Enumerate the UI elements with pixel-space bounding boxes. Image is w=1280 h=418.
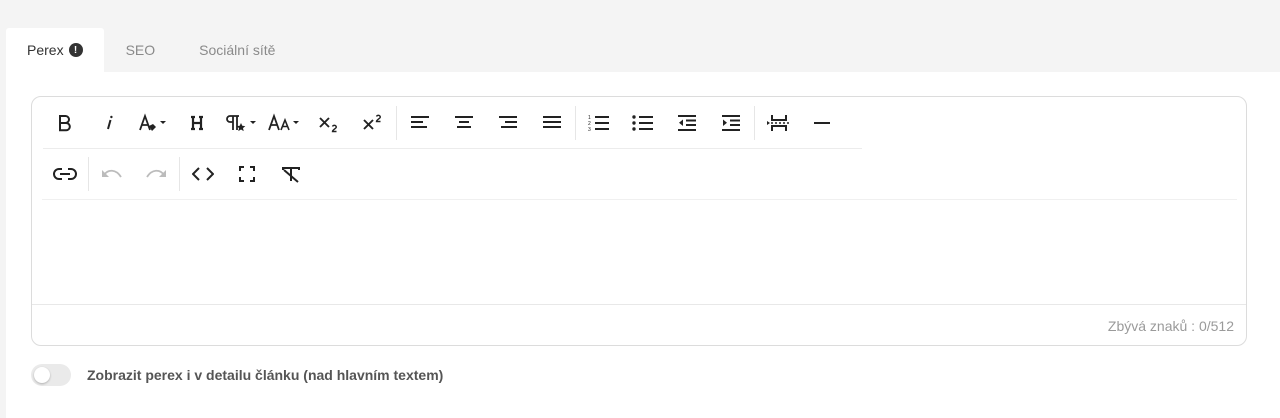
font-size-button[interactable] [263,104,307,142]
horizontal-line-icon [813,121,831,125]
align-left-icon [410,115,430,131]
tab-seo[interactable]: SEO [104,28,178,72]
ordered-list-button[interactable]: 123 [577,104,621,142]
code-view-button[interactable] [181,155,225,193]
tab-perex[interactable]: Perex ! [6,28,104,72]
fullscreen-icon [239,166,255,182]
character-counter: Zbývá znaků : 0/512 [1107,318,1234,334]
subscript-icon [318,113,340,133]
superscript-button[interactable] [351,104,395,142]
rich-text-editor: 123 Zbývá znaků: 0/512 [31,96,1247,346]
link-icon [53,167,77,181]
indent-icon [721,114,741,132]
show-perex-setting: Zobrazit perex i v detailu článku (nad h… [31,364,443,386]
tab-perex-label: Perex [27,42,64,58]
subscript-button[interactable] [307,104,351,142]
svg-text:3: 3 [588,127,591,132]
warning-icon: ! [68,43,83,57]
show-perex-label[interactable]: Zobrazit perex i v detailu článku (nad h… [87,367,443,383]
toolbar-separator [88,157,89,191]
toolbar-separator [575,106,576,140]
redo-icon [145,167,167,181]
align-justify-button[interactable] [530,104,574,142]
toolbar-separator [396,106,397,140]
toolbar-separator [754,106,755,140]
italic-button[interactable] [87,104,131,142]
paragraph-format-icon [224,113,258,133]
align-left-button[interactable] [398,104,442,142]
toolbar-row-2 [43,149,313,199]
redo-button[interactable] [134,155,178,193]
toolbar-separator [179,157,180,191]
bold-button[interactable] [43,104,87,142]
ordered-list-icon: 123 [588,114,610,132]
heading-icon [189,115,205,131]
unordered-list-button[interactable] [621,104,665,142]
bold-icon [57,114,73,132]
outdent-icon [677,114,697,132]
tab-social-label: Sociální sítě [199,42,276,58]
align-center-icon [454,115,474,131]
align-center-button[interactable] [442,104,486,142]
undo-button[interactable] [90,155,134,193]
content-area-top [42,199,1237,200]
heading-button[interactable] [175,104,219,142]
outdent-button[interactable] [665,104,709,142]
superscript-icon [362,113,384,133]
clear-formatting-icon [281,165,301,183]
text-color-icon [138,113,168,133]
tab-social[interactable]: Sociální sítě [177,28,297,72]
font-size-icon [268,113,302,133]
show-perex-toggle[interactable] [31,364,71,386]
tab-bar: Perex ! SEO Sociální sítě [6,28,297,72]
counter-divider [32,304,1246,305]
align-right-button[interactable] [486,104,530,142]
horizontal-line-button[interactable] [800,104,844,142]
tab-panel: 123 Zbývá znaků: 0/512 Zobrazit perex i… [6,72,1280,418]
toolbar-row-1: 123 [43,98,862,149]
align-justify-icon [542,115,562,131]
insert-link-button[interactable] [43,155,87,193]
text-color-button[interactable] [131,104,175,142]
italic-icon [103,114,115,132]
align-right-icon [498,115,518,131]
unordered-list-icon [632,114,654,132]
code-view-icon [192,167,214,181]
page-break-button[interactable] [756,104,800,142]
page-break-icon [767,113,789,133]
clear-formatting-button[interactable] [269,155,313,193]
fullscreen-button[interactable] [225,155,269,193]
paragraph-format-button[interactable] [219,104,263,142]
toggle-knob [34,367,50,383]
tab-seo-label: SEO [125,42,156,58]
indent-button[interactable] [709,104,753,142]
undo-icon [101,167,123,181]
